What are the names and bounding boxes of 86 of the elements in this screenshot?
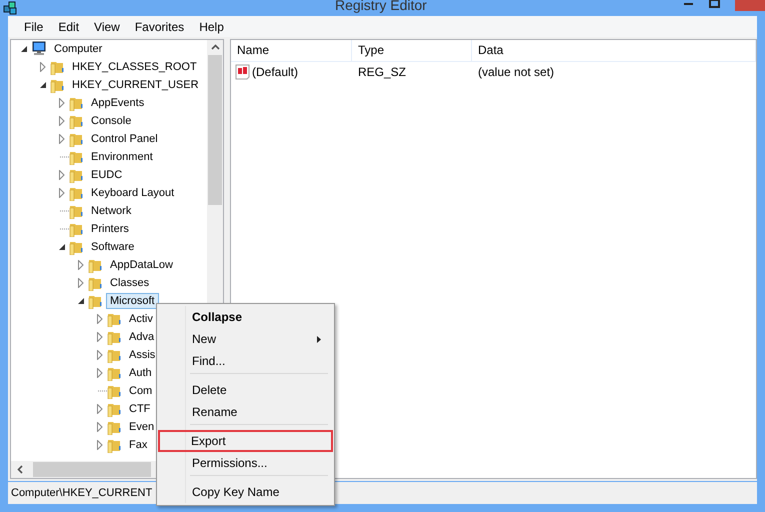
expanded-triangle-icon[interactable] (38, 81, 46, 89)
menu-item[interactable]: Copy Key Name (159, 481, 332, 503)
collapsed-triangle-icon[interactable] (58, 134, 64, 144)
tree-item[interactable]: AppDataLow (16, 256, 207, 274)
folder-icon (88, 293, 103, 309)
collapsed-triangle-icon[interactable] (96, 350, 102, 360)
tree-connector-icon (98, 390, 107, 392)
collapsed-triangle-icon[interactable] (78, 278, 84, 288)
folder-icon (50, 59, 65, 75)
folder-icon (107, 329, 122, 345)
expanded-triangle-icon[interactable] (58, 243, 66, 251)
folder-icon (69, 131, 84, 147)
tree-item[interactable]: EUDC (16, 166, 207, 184)
folder-icon (107, 311, 122, 327)
folder-icon (107, 365, 122, 381)
tree-item[interactable]: Computer (16, 40, 207, 58)
tree-item[interactable]: AppEvents (16, 94, 207, 112)
folder-icon (69, 221, 84, 237)
tree-item[interactable]: Environment (16, 148, 207, 166)
status-path: Computer\HKEY_CURRENT (11, 487, 152, 499)
tree-connector-icon (60, 210, 69, 212)
folder-icon (69, 167, 84, 183)
collapsed-triangle-icon[interactable] (96, 368, 102, 378)
menu-item[interactable]: Delete (159, 379, 332, 401)
collapsed-triangle-icon[interactable] (96, 332, 102, 342)
folder-icon (88, 275, 103, 291)
scroll-thumb[interactable] (33, 462, 151, 477)
tree-item[interactable]: Classes (16, 274, 207, 292)
table-cell-text: REG_SZ (357, 65, 408, 79)
collapsed-triangle-icon[interactable] (96, 422, 102, 432)
menu-item[interactable]: Export (158, 430, 333, 452)
table-cell-text: (value not set) (477, 65, 556, 79)
folder-icon (69, 113, 84, 129)
scroll-left-icon[interactable] (17, 465, 23, 474)
computer-icon (31, 41, 47, 57)
scroll-up-icon[interactable] (210, 44, 220, 50)
folder-icon (50, 77, 65, 93)
folder-icon (107, 383, 122, 399)
folder-icon (69, 203, 84, 219)
table-cell: (Default) (252, 65, 298, 79)
tree-item[interactable]: Printers (16, 220, 207, 238)
menu-item[interactable]: File (16, 20, 52, 34)
maximize-icon[interactable] (709, 0, 721, 8)
tree-item[interactable]: HKEY_CLASSES_ROOT (16, 58, 207, 76)
window-title: Registry Editor (335, 0, 427, 13)
folder-icon (69, 95, 84, 111)
column-header[interactable]: Name (231, 40, 352, 61)
scroll-thumb[interactable] (208, 55, 222, 205)
column-header[interactable]: Type (352, 40, 472, 61)
collapsed-triangle-icon[interactable] (96, 404, 102, 414)
tree-item[interactable]: Network (16, 202, 207, 220)
expanded-triangle-icon[interactable] (76, 297, 84, 305)
menu-item[interactable]: Favorites (126, 20, 192, 34)
collapsed-triangle-icon[interactable] (58, 188, 64, 198)
collapsed-triangle-icon[interactable] (58, 116, 64, 126)
tree-connector-icon (60, 156, 69, 158)
collapsed-triangle-icon[interactable] (40, 62, 46, 72)
folder-icon (107, 419, 122, 435)
submenu-arrow-icon (316, 334, 322, 344)
folder-icon (69, 149, 84, 165)
expanded-triangle-icon[interactable] (20, 45, 28, 53)
tree-item[interactable]: Console (16, 112, 207, 130)
collapsed-triangle-icon[interactable] (58, 170, 64, 180)
folder-icon (88, 257, 103, 273)
minimize-icon[interactable] (683, 0, 695, 8)
menu-item[interactable]: Help (191, 20, 232, 34)
tree-connector-icon (60, 228, 69, 230)
menu-item[interactable]: View (86, 20, 128, 34)
menu-item[interactable]: New (159, 328, 332, 350)
column-header[interactable]: Data (472, 40, 756, 61)
folder-icon (107, 347, 122, 363)
menu-item[interactable]: Edit (50, 20, 88, 34)
folder-icon (69, 239, 84, 255)
registry-cubes-icon (3, 1, 17, 15)
folder-icon (69, 185, 84, 201)
collapsed-triangle-icon[interactable] (96, 314, 102, 324)
folder-icon (107, 401, 122, 417)
folder-icon (107, 437, 122, 453)
collapsed-triangle-icon[interactable] (96, 440, 102, 450)
tree-item[interactable]: Control Panel (16, 130, 207, 148)
collapsed-triangle-icon[interactable] (58, 98, 64, 108)
string-value-icon (235, 64, 250, 80)
tree-item[interactable]: Keyboard Layout (16, 184, 207, 202)
tree-item[interactable]: Software (16, 238, 207, 256)
tree-item[interactable]: HKEY_CURRENT_USER (16, 76, 207, 94)
collapsed-triangle-icon[interactable] (78, 260, 84, 270)
